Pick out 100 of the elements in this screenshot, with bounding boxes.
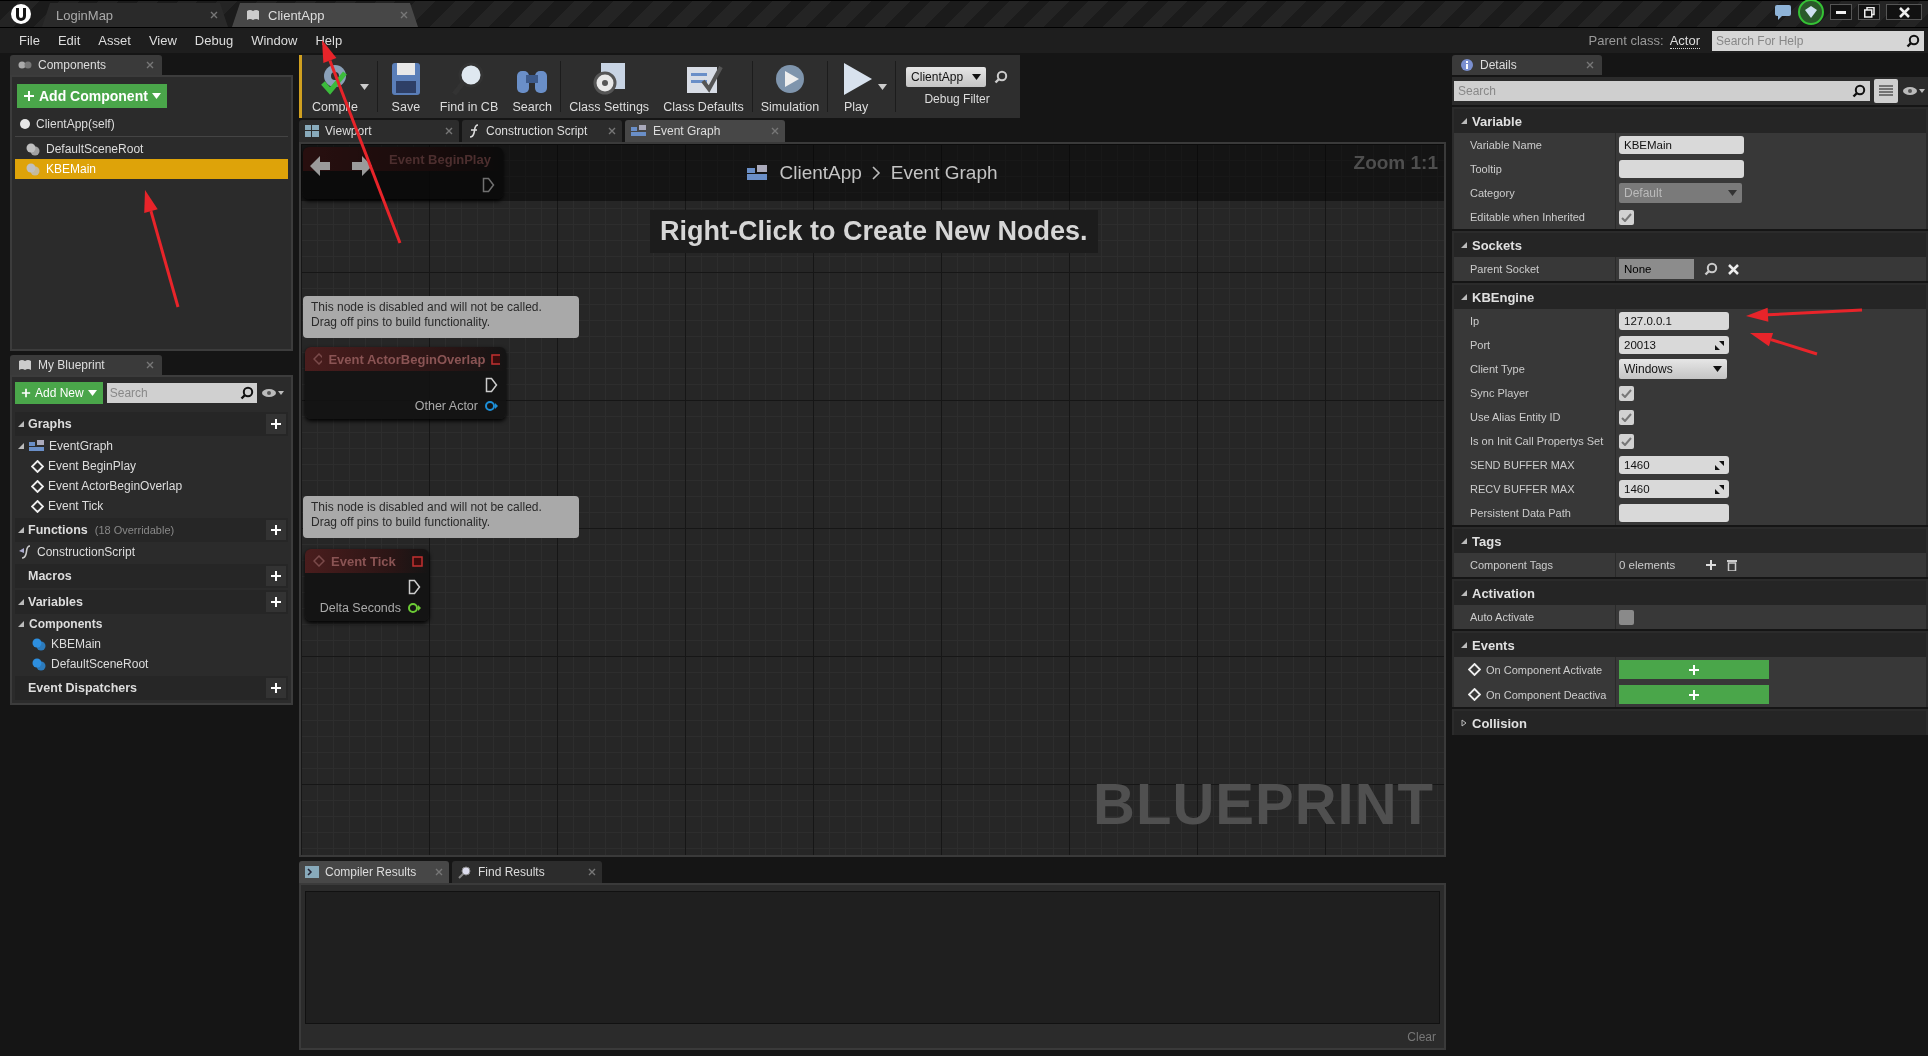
add-button[interactable] (266, 592, 286, 612)
blueprint-tree-item[interactable]: Components (15, 614, 288, 634)
back-arrow-icon[interactable] (309, 154, 331, 178)
breadcrumb-item[interactable]: ClientApp (779, 161, 862, 184)
exec-pin-icon[interactable] (485, 377, 498, 393)
menu-item[interactable]: Debug (185, 33, 243, 48)
menu-item[interactable]: Help (306, 33, 352, 48)
number-field[interactable]: 1460 (1619, 456, 1729, 474)
trash-icon[interactable] (1727, 559, 1738, 571)
checkbox[interactable] (1619, 609, 1634, 625)
parent-class-link[interactable]: Actor (1669, 32, 1700, 49)
component-tree-item[interactable]: DefaultSceneRoot (15, 139, 288, 159)
toolbar-button[interactable]: Search (506, 57, 559, 116)
panel-tab[interactable]: My Blueprint (10, 355, 162, 375)
expanded-arrow-icon[interactable] (17, 526, 25, 534)
chat-bubble-icon[interactable] (1774, 4, 1792, 20)
document-tab[interactable]: ClientApp (232, 3, 418, 27)
text-field[interactable] (1619, 160, 1744, 178)
expanded-arrow-icon[interactable] (1460, 241, 1468, 249)
data-pin-icon[interactable] (484, 400, 498, 412)
blueprint-tree-item[interactable]: EventGraph (15, 436, 288, 456)
dropdown[interactable]: Windows (1619, 359, 1727, 379)
checkbox[interactable] (1619, 385, 1634, 401)
details-section-header[interactable]: Events (1454, 633, 1926, 657)
menu-item[interactable]: Asset (89, 33, 140, 48)
checkbox[interactable] (1619, 209, 1634, 225)
close-icon[interactable] (445, 127, 453, 135)
expanded-arrow-icon[interactable] (1460, 589, 1468, 597)
minimize-button[interactable] (1830, 4, 1852, 20)
section-header[interactable]: Event Dispatchers (15, 676, 288, 700)
panel-tab[interactable]: Details (1452, 55, 1602, 75)
section-header[interactable]: Variables (15, 590, 288, 614)
details-section-header[interactable]: KBEngine (1454, 285, 1926, 309)
expanded-arrow-icon[interactable] (17, 442, 25, 450)
add-button[interactable] (266, 566, 286, 586)
clear-icon[interactable] (1728, 263, 1739, 275)
section-header[interactable]: Functions (18 Overridable) (15, 518, 288, 542)
details-section-header[interactable]: Variable (1454, 109, 1926, 133)
blueprint-tree-item[interactable]: Event ActorBeginOverlap (15, 476, 288, 496)
blueprint-tree-item[interactable]: ConstructionScript (15, 542, 288, 562)
expanded-arrow-icon[interactable] (1460, 293, 1468, 301)
breadcrumb-item[interactable]: Event Graph (890, 161, 998, 184)
graph-tab[interactable]: Event Graph (625, 120, 785, 142)
number-field[interactable]: 1460 (1619, 480, 1729, 498)
exec-pin-icon[interactable] (408, 579, 421, 595)
output-tab[interactable]: Compiler Results (299, 861, 449, 883)
checkbox[interactable] (1619, 409, 1634, 425)
forward-arrow-icon[interactable] (351, 154, 373, 178)
menu-item[interactable]: Window (242, 33, 307, 48)
panel-tab[interactable]: Components (10, 55, 162, 75)
close-icon[interactable] (146, 61, 154, 69)
toolbar-button[interactable]: Class Settings (563, 57, 656, 116)
socket-field[interactable]: None (1619, 259, 1694, 279)
restore-button[interactable] (1858, 4, 1880, 20)
expanded-arrow-icon[interactable] (17, 620, 25, 628)
close-icon[interactable] (1586, 61, 1594, 69)
notification-icon[interactable] (1798, 0, 1824, 25)
event-node[interactable]: Event ActorBeginOverlap Other Actor (305, 347, 506, 419)
output-tab[interactable]: Find Results (452, 861, 602, 883)
toolbar-button[interactable]: Save (379, 57, 432, 116)
menu-item[interactable]: File (10, 33, 49, 48)
number-field[interactable]: 20013 (1619, 336, 1729, 354)
blueprint-tree-item[interactable]: Event BeginPlay (15, 456, 288, 476)
expanded-arrow-icon[interactable] (1460, 641, 1468, 649)
details-section-header[interactable]: Tags (1454, 529, 1926, 553)
text-field[interactable] (1619, 504, 1729, 522)
close-icon[interactable] (588, 868, 596, 876)
expanded-arrow-icon[interactable] (17, 420, 25, 428)
close-icon[interactable] (608, 127, 616, 135)
expanded-arrow-icon[interactable] (1460, 537, 1468, 545)
blueprint-tree-item[interactable]: Event Tick (15, 496, 288, 516)
graph-tab[interactable]: Construction Script (462, 120, 622, 142)
event-node[interactable]: Event Tick Delta Seconds (305, 549, 429, 621)
toolbar-button[interactable]: Class Defaults (657, 57, 750, 116)
expanded-arrow-icon[interactable] (17, 598, 25, 606)
close-button[interactable] (1886, 4, 1922, 20)
menu-item[interactable]: Edit (48, 33, 90, 48)
component-tree-item[interactable]: ClientApp(self) (15, 114, 288, 134)
document-tab[interactable]: LoginMap (42, 3, 228, 27)
section-header[interactable]: Macros (15, 564, 288, 588)
details-section-header[interactable]: Collision (1454, 711, 1926, 735)
close-icon[interactable] (210, 11, 218, 19)
toolbar-button[interactable]: Find in CB (433, 57, 505, 116)
collapsed-arrow-icon[interactable] (1460, 719, 1468, 727)
blueprint-tree-item[interactable]: KBEMain (15, 634, 288, 654)
add-button[interactable] (266, 678, 286, 698)
text-field[interactable]: KBEMain (1619, 136, 1744, 154)
add-button[interactable] (266, 414, 286, 434)
debug-filter-dropdown[interactable]: ClientApp (906, 67, 987, 87)
blueprint-tree-item[interactable]: DefaultSceneRoot (15, 654, 288, 674)
data-pin-icon[interactable] (407, 602, 421, 614)
details-section-header[interactable]: Activation (1454, 581, 1926, 605)
toolbar-button[interactable]: Simulation (754, 57, 826, 116)
text-field[interactable]: 127.0.0.1 (1619, 312, 1729, 330)
expanded-arrow-icon[interactable] (1460, 117, 1468, 125)
eye-icon[interactable] (260, 388, 285, 398)
checkbox[interactable] (1619, 433, 1634, 449)
eye-icon[interactable] (1902, 86, 1926, 96)
toolbar-button[interactable]: Play (830, 57, 894, 116)
menu-item[interactable]: View (139, 33, 186, 48)
